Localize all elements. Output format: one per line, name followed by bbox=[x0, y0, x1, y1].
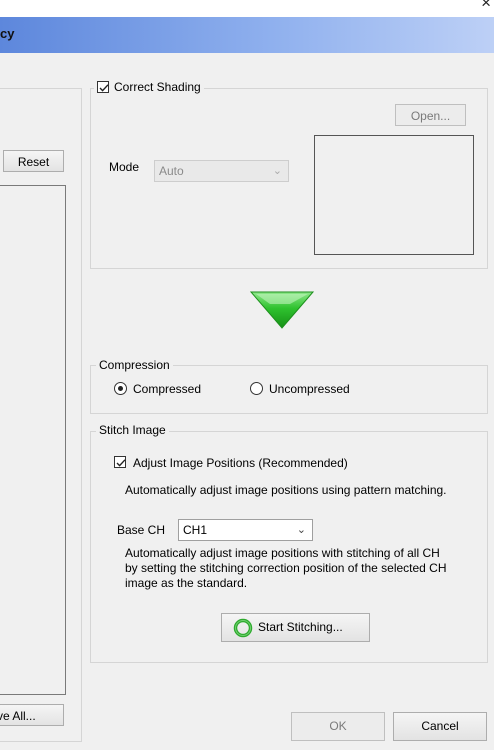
uncompressed-radio[interactable] bbox=[250, 382, 263, 395]
base-description-line1: Automatically adjust image positions wit… bbox=[125, 546, 440, 560]
window-title: cy bbox=[0, 26, 15, 41]
top-strip bbox=[0, 0, 494, 17]
compressed-radio[interactable] bbox=[114, 382, 127, 395]
correct-shading-label: Correct Shading bbox=[114, 80, 201, 94]
base-ch-label: Base CH bbox=[117, 523, 166, 537]
chevron-down-icon: ⌄ bbox=[296, 524, 306, 536]
open-button[interactable]: Open... bbox=[395, 104, 466, 126]
shading-legend: Correct Shading bbox=[94, 80, 204, 96]
mode-value: Auto bbox=[159, 164, 184, 178]
close-icon[interactable]: × bbox=[481, 0, 491, 11]
cancel-button[interactable]: Cancel bbox=[393, 712, 487, 741]
adjust-positions-checkbox[interactable] bbox=[114, 456, 126, 468]
base-ch-value: CH1 bbox=[183, 523, 208, 537]
down-arrow-icon bbox=[250, 291, 314, 329]
radio-selected-dot bbox=[118, 386, 123, 391]
stitch-ring-icon bbox=[233, 618, 253, 638]
correct-shading-checkbox[interactable] bbox=[97, 81, 109, 93]
reset-button[interactable]: Reset bbox=[3, 150, 64, 172]
compressed-label: Compressed bbox=[133, 382, 202, 396]
mode-select[interactable]: Auto ⌄ bbox=[154, 160, 289, 182]
chevron-down-icon: ⌄ bbox=[272, 165, 282, 177]
checkbox-check-icon bbox=[116, 459, 126, 467]
start-stitching-label: Start Stitching... bbox=[258, 620, 343, 634]
shading-preview-box bbox=[314, 135, 474, 255]
adjust-description: Automatically adjust image positions usi… bbox=[125, 483, 447, 497]
checkbox-check-icon bbox=[99, 84, 109, 92]
uncompressed-label: Uncompressed bbox=[269, 382, 350, 396]
left-list-box[interactable] bbox=[0, 185, 66, 695]
stitch-legend: Stitch Image bbox=[96, 423, 169, 437]
base-description-line3: image as the standard. bbox=[125, 576, 248, 590]
title-bar: cy bbox=[0, 17, 494, 53]
base-ch-select[interactable]: CH1 ⌄ bbox=[178, 519, 313, 541]
adjust-positions-label: Adjust Image Positions (Recommended) bbox=[133, 456, 348, 470]
ok-button[interactable]: OK bbox=[291, 712, 385, 741]
compression-legend: Compression bbox=[96, 358, 173, 372]
start-stitching-button[interactable]: Start Stitching... bbox=[221, 613, 370, 642]
mode-label: Mode bbox=[109, 160, 140, 174]
base-description-line2: by setting the stitching correction posi… bbox=[125, 561, 447, 575]
save-all-button[interactable]: ve All... bbox=[0, 704, 64, 726]
